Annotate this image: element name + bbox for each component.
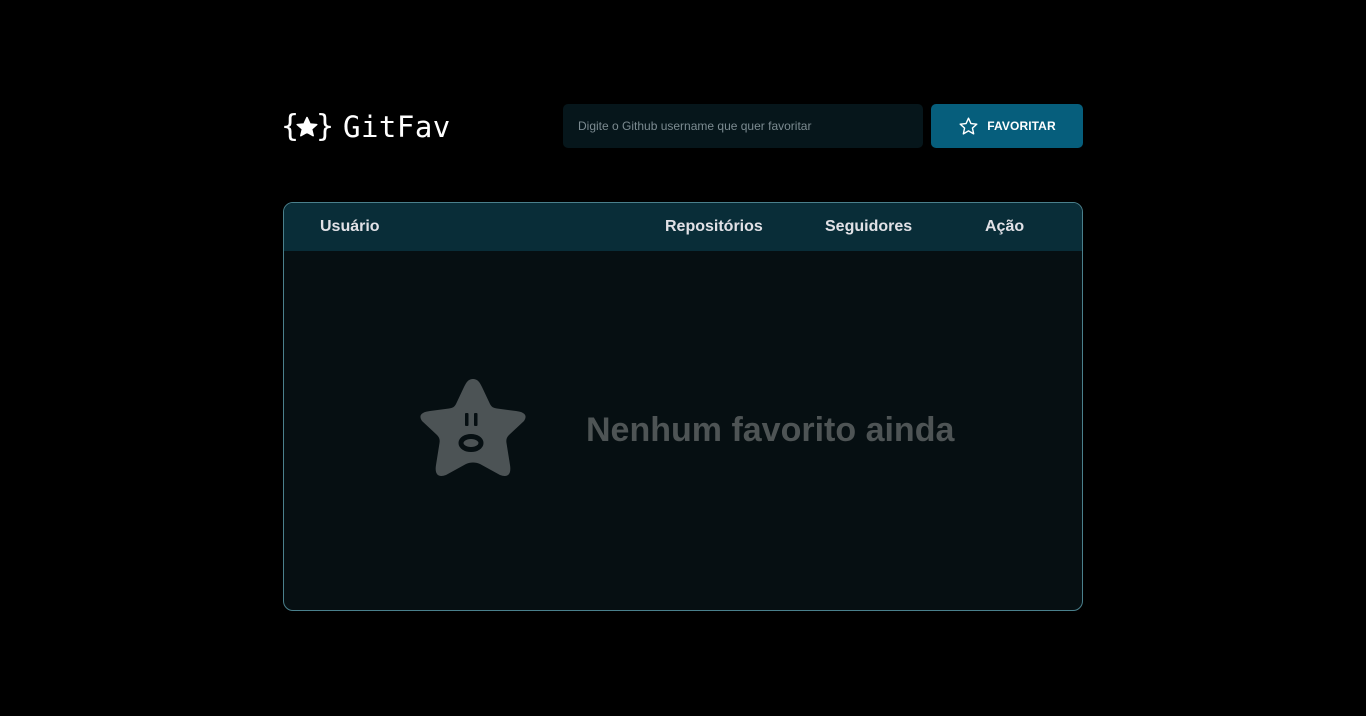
favorite-button-label: FAVORITAR (987, 119, 1056, 133)
star-outline-icon (959, 116, 978, 135)
column-header-repositories: Repositórios (665, 218, 763, 235)
svg-text:}: } (316, 109, 333, 144)
column-header-user: Usuário (320, 218, 380, 235)
favorites-table: Usuário Repositórios Seguidores Ação Nen… (283, 202, 1083, 611)
surprised-star-icon (420, 379, 526, 476)
logo: { } GitFav (281, 108, 451, 146)
table-header: Usuário Repositórios Seguidores Ação (284, 203, 1082, 251)
svg-text:{: { (281, 109, 299, 144)
search-input[interactable] (563, 104, 923, 148)
empty-state-message: Nenhum favorito ainda (586, 411, 955, 449)
column-header-followers: Seguidores (825, 218, 913, 235)
favorite-button[interactable]: FAVORITAR (931, 104, 1083, 148)
page: { } GitFav FAVORITAR Usuário Repositório… (0, 0, 1366, 716)
logo-text: GitFav (343, 110, 451, 144)
empty-state: Nenhum favorito ainda (284, 251, 1082, 610)
column-header-action: Ação (985, 218, 1025, 235)
curly-braces-star-icon: { } (281, 109, 333, 144)
